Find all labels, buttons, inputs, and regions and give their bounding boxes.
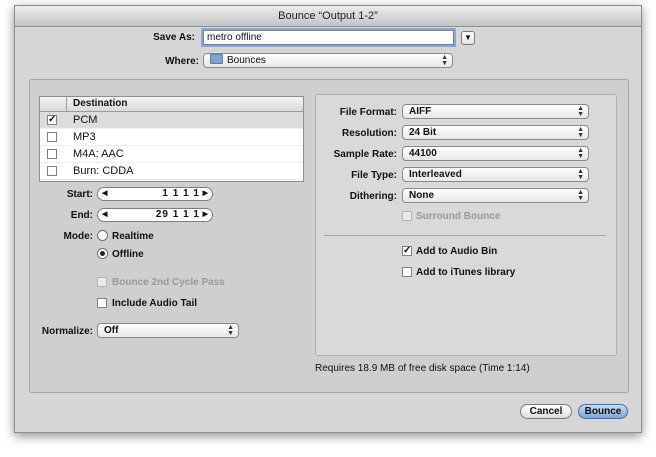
destination-label: PCM: [73, 114, 98, 126]
mp3-checkbox[interactable]: [47, 132, 57, 142]
cdda-checkbox[interactable]: [47, 166, 57, 176]
add-to-itunes-checkbox[interactable]: [402, 267, 412, 277]
save-as-menu-button[interactable]: ▼: [461, 31, 475, 45]
popup-arrows-icon: ▲ ▼: [577, 147, 584, 160]
popup-arrows-icon: ▲ ▼: [577, 168, 584, 181]
file-type-label: File Type:: [351, 170, 397, 181]
destination-row-mp3[interactable]: MP3: [40, 129, 303, 146]
bounce-button[interactable]: Bounce: [578, 404, 628, 419]
bounce-dialog: Bounce “Output 1-2” Save As: metro offli…: [14, 5, 642, 433]
chevron-down-icon: ▼: [464, 33, 472, 42]
pcm-checkbox[interactable]: [47, 115, 57, 125]
include-audio-tail-label: Include Audio Tail: [112, 298, 197, 309]
popup-arrows-icon: ▲ ▼: [227, 324, 234, 337]
bounce-2nd-cycle-checkbox[interactable]: [97, 277, 107, 287]
popup-arrows-icon: ▲ ▼: [441, 54, 448, 67]
popup-arrows-icon: ▲ ▼: [577, 189, 584, 202]
resolution-label: Resolution:: [342, 128, 397, 139]
dithering-label: Dithering:: [349, 191, 397, 202]
destination-header: Destination: [40, 97, 303, 112]
resolution-value: 24 Bit: [409, 127, 437, 138]
destination-label: Burn: CDDA: [73, 165, 134, 177]
start-value: 1 1 1 1: [162, 188, 200, 199]
destination-row-cdda[interactable]: Burn: CDDA: [40, 163, 303, 180]
realtime-radio[interactable]: [97, 230, 108, 241]
file-format-label: File Format:: [339, 107, 397, 118]
sample-rate-label: Sample Rate:: [333, 149, 397, 160]
add-to-audio-bin-label: Add to Audio Bin: [416, 246, 498, 257]
end-value: 29 1 1 1: [155, 209, 200, 220]
start-stepper[interactable]: ◀ 1 1 1 1 ▶: [97, 187, 213, 201]
divider: [324, 235, 606, 236]
where-label: Where:: [165, 56, 199, 67]
offline-radio[interactable]: [97, 248, 108, 259]
destination-header-label: Destination: [73, 98, 128, 109]
cancel-button[interactable]: Cancel: [520, 404, 572, 419]
dithering-value: None: [409, 190, 434, 201]
mode-label: Mode:: [63, 231, 93, 242]
decrement-icon[interactable]: ◀: [102, 209, 107, 221]
increment-icon[interactable]: ▶: [203, 188, 208, 200]
destination-table: Destination PCM MP3 M4A: AAC Burn: CDDA: [39, 96, 304, 182]
resolution-popup[interactable]: 24 Bit ▲ ▼: [402, 125, 589, 140]
aac-checkbox[interactable]: [47, 149, 57, 159]
file-format-popup[interactable]: AIFF ▲ ▼: [402, 104, 589, 119]
add-to-audio-bin-checkbox[interactable]: [402, 246, 412, 256]
save-as-label: Save As:: [153, 32, 195, 43]
normalize-popup[interactable]: Off ▲ ▼: [97, 323, 239, 338]
sample-rate-popup[interactable]: 44100 ▲ ▼: [402, 146, 589, 161]
file-type-value: Interleaved: [409, 169, 462, 180]
realtime-label: Realtime: [112, 231, 154, 242]
include-audio-tail-checkbox[interactable]: [97, 298, 107, 308]
offline-label: Offline: [112, 249, 144, 260]
disk-space-info: Requires 18.9 MB of free disk space (Tim…: [315, 363, 530, 374]
increment-icon[interactable]: ▶: [203, 209, 208, 221]
decrement-icon[interactable]: ◀: [102, 188, 107, 200]
surround-bounce-checkbox[interactable]: [402, 211, 412, 221]
window-title: Bounce “Output 1-2”: [15, 6, 641, 27]
normalize-value: Off: [104, 325, 119, 336]
destination-label: M4A: AAC: [73, 148, 124, 160]
destination-row-pcm[interactable]: PCM: [40, 112, 303, 129]
save-as-input[interactable]: metro offline: [203, 30, 454, 45]
where-value: Bounces: [227, 55, 266, 66]
file-format-value: AIFF: [409, 106, 432, 117]
destination-label: MP3: [73, 131, 96, 143]
end-label: End:: [70, 210, 93, 221]
destination-row-aac[interactable]: M4A: AAC: [40, 146, 303, 163]
folder-icon: [210, 54, 223, 64]
popup-arrows-icon: ▲ ▼: [577, 105, 584, 118]
file-type-popup[interactable]: Interleaved ▲ ▼: [402, 167, 589, 182]
bounce-2nd-cycle-label: Bounce 2nd Cycle Pass: [112, 277, 225, 288]
add-to-itunes-label: Add to iTunes library: [416, 267, 516, 278]
surround-bounce-label: Surround Bounce: [416, 211, 501, 222]
normalize-label: Normalize:: [41, 326, 93, 337]
dithering-popup[interactable]: None ▲ ▼: [402, 188, 589, 203]
where-popup[interactable]: Bounces ▲ ▼: [203, 53, 453, 68]
start-label: Start:: [66, 189, 93, 200]
sample-rate-value: 44100: [409, 148, 437, 159]
end-stepper[interactable]: ◀ 29 1 1 1 ▶: [97, 208, 213, 222]
popup-arrows-icon: ▲ ▼: [577, 126, 584, 139]
